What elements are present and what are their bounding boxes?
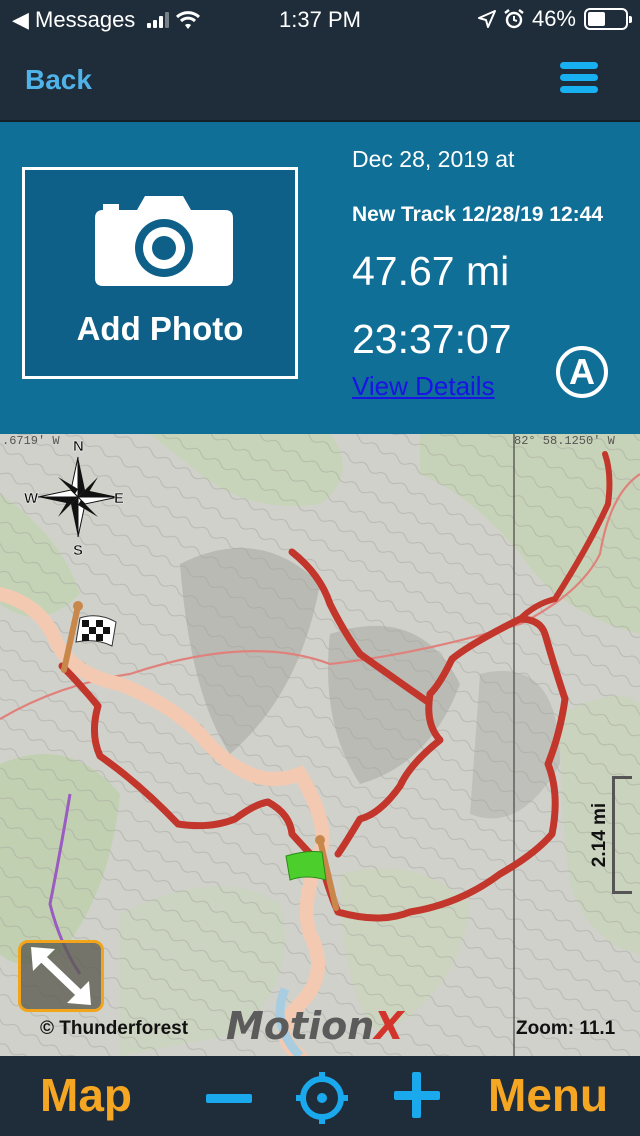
compass-e: E <box>114 490 124 507</box>
add-photo-button[interactable]: Add Photo <box>22 167 298 379</box>
track-info-panel: Add Photo Dec 28, 2019 at New Track 12/2… <box>0 122 640 434</box>
track-distance: 47.67 mi <box>352 248 510 294</box>
compass-w: W <box>24 490 39 507</box>
status-right: 46% <box>477 6 632 32</box>
map-button[interactable]: Map <box>40 1068 132 1122</box>
bottom-toolbar: Map Menu <box>0 1056 640 1136</box>
status-bar: ◀ Messages 1:37 PM 46% <box>0 0 640 40</box>
a-badge-icon[interactable]: A <box>556 346 608 398</box>
hamburger-menu-icon[interactable] <box>560 62 598 94</box>
expand-map-button[interactable] <box>18 940 104 1012</box>
longitude-label-left: .6719' W <box>2 434 60 448</box>
battery-fill <box>588 12 605 26</box>
battery-percent: 46% <box>531 6 576 31</box>
map-scale-label: 2.14 mi <box>589 802 611 868</box>
logo-x: X <box>374 1004 404 1048</box>
view-details-link[interactable]: View Details <box>352 371 495 402</box>
compass-n: N <box>73 438 84 455</box>
camera-icon <box>95 196 233 286</box>
crosshair-locate-icon[interactable] <box>296 1072 348 1124</box>
expand-arrows-icon <box>31 947 91 1005</box>
menu-button[interactable]: Menu <box>488 1068 608 1122</box>
alarm-icon <box>504 9 524 29</box>
logo-main: Motion <box>226 1004 375 1048</box>
plus-icon[interactable] <box>394 1072 440 1118</box>
battery-icon <box>584 8 632 30</box>
map-view[interactable]: N S E W .6719' W 82° 58.1250' W 2.14 mi <box>0 434 640 1056</box>
motionx-logo: MotionX <box>226 1004 404 1048</box>
zoom-level: Zoom: 11.1 <box>516 1018 616 1039</box>
add-photo-label: Add Photo <box>76 310 244 347</box>
map-scale-bar <box>612 776 632 894</box>
track-name: New Track 12/28/19 12:44 <box>352 203 604 226</box>
minus-icon[interactable] <box>206 1094 252 1103</box>
map-copyright: © Thunderforest <box>40 1018 189 1039</box>
location-arrow-icon <box>477 10 496 28</box>
compass-s: S <box>73 542 83 559</box>
track-duration: 23:37:07 <box>352 316 512 362</box>
back-button[interactable]: Back <box>25 64 92 96</box>
track-date: Dec 28, 2019 at <box>352 146 515 172</box>
longitude-label-right: 82° 58.1250' W <box>514 434 615 448</box>
nav-bar: Back <box>0 40 640 122</box>
